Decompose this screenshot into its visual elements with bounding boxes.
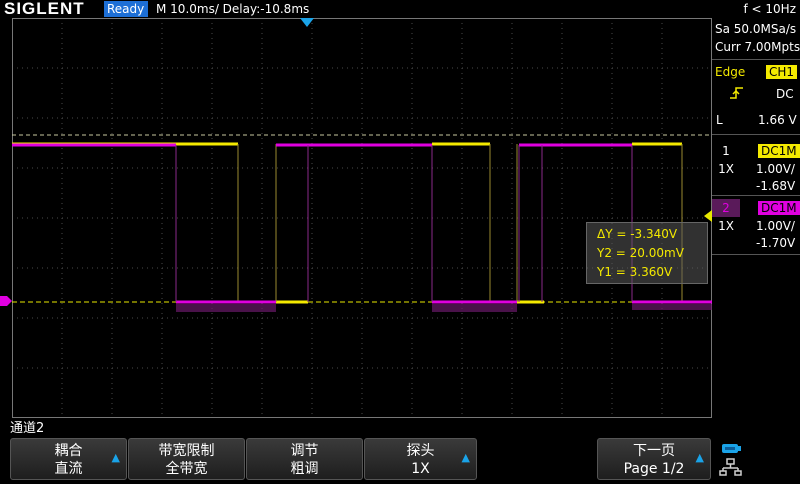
softkey-value: 全带宽 [165, 461, 208, 477]
cursor-y1: Y1 = 3.360V [597, 265, 673, 279]
adjust-softkey[interactable]: 调节 粗调 [246, 438, 363, 480]
softkey-title: 带宽限制 [158, 443, 215, 459]
top-status-bar: SIGLENT Ready M 10.0ms/ Delay:-10.8ms f … [0, 0, 800, 18]
coupling-softkey[interactable]: 耦合 直流 ▲ [10, 438, 127, 480]
waveform-display[interactable] [12, 18, 712, 418]
softkey-title: 下一页 [633, 443, 675, 459]
brand-logo: SIGLENT [4, 0, 85, 18]
cursor-delta-y: ΔY = -3.340V [597, 227, 678, 241]
cursor-measurement-panel: ΔY = -3.340V Y2 = 20.00mV Y1 = 3.360V [586, 222, 708, 284]
channel1-offset: -1.68V [756, 179, 796, 193]
divider [712, 254, 800, 255]
channel1-panel[interactable]: 1 DC1M 1X 1.00V/ -1.68V [712, 141, 800, 197]
trigger-source-badge: CH1 [766, 65, 798, 79]
channel2-coupling-badge: DC1M [758, 201, 800, 215]
channel1-number: 1 [722, 144, 730, 158]
channel1-probe: 1X [718, 162, 734, 176]
usb-icon [722, 444, 741, 453]
memory-depth: Curr 7.00Mpts [715, 40, 800, 54]
connection-status-icons [718, 440, 746, 480]
acquisition-status-badge: Ready [104, 1, 148, 17]
sample-rate: Sa 50.0MSa/s [715, 22, 797, 36]
bandwidth-limit-softkey[interactable]: 带宽限制 全带宽 [128, 438, 245, 480]
usb-network-icon-group [719, 444, 742, 476]
trigger-level-icon [704, 210, 712, 222]
channel1-coupling-badge: DC1M [758, 144, 800, 158]
softkey-bar: 耦合 直流 ▲ 带宽限制 全带宽 调节 粗调 探头 1X ▲ 下一页 Page … [0, 437, 800, 480]
trigger-frequency-readout: f < 10Hz [743, 2, 797, 16]
up-arrow-icon: ▲ [461, 451, 470, 464]
softkey-value: 1X [411, 461, 430, 477]
timebase-readout[interactable]: M 10.0ms/ Delay:-10.8ms [156, 1, 309, 17]
channel1-scale: 1.00V/ [756, 162, 795, 176]
channel2-number: 2 [712, 199, 740, 217]
softkey-title: 探头 [406, 443, 435, 459]
trigger-type: Edge [715, 65, 746, 79]
divider [712, 134, 800, 135]
trigger-position-icon [300, 18, 314, 27]
channel2-scale: 1.00V/ [756, 219, 795, 233]
softkey-title: 耦合 [54, 443, 83, 459]
trigger-panel[interactable]: Edge CH1 DC L 1.66 V [712, 60, 800, 132]
rising-edge-icon [730, 87, 743, 99]
softkey-value: Page 1/2 [623, 461, 685, 477]
channel2-panel[interactable]: 2 DC1M 1X 1.00V/ -1.70V [712, 198, 800, 254]
channel2-offset-marker-icon [0, 296, 12, 306]
softkey-title: 调节 [290, 443, 319, 459]
probe-softkey[interactable]: 探头 1X ▲ [364, 438, 477, 480]
menu-channel-label: 通道2 [10, 421, 45, 436]
divider [712, 195, 800, 196]
trigger-level-value: 1.66 V [758, 113, 797, 127]
channel2-probe: 1X [718, 219, 734, 233]
softkey-value: 直流 [54, 461, 83, 477]
channel2-offset: -1.70V [756, 236, 796, 250]
up-arrow-icon: ▲ [111, 451, 120, 464]
trigger-level-label: L [716, 113, 723, 127]
cursor-y2: Y2 = 20.00mV [597, 246, 684, 260]
network-icon [719, 458, 742, 476]
trigger-coupling: DC [776, 87, 794, 101]
up-arrow-icon: ▲ [695, 451, 704, 464]
next-page-softkey[interactable]: 下一页 Page 1/2 ▲ [597, 438, 711, 480]
softkey-value: 粗调 [290, 461, 319, 477]
